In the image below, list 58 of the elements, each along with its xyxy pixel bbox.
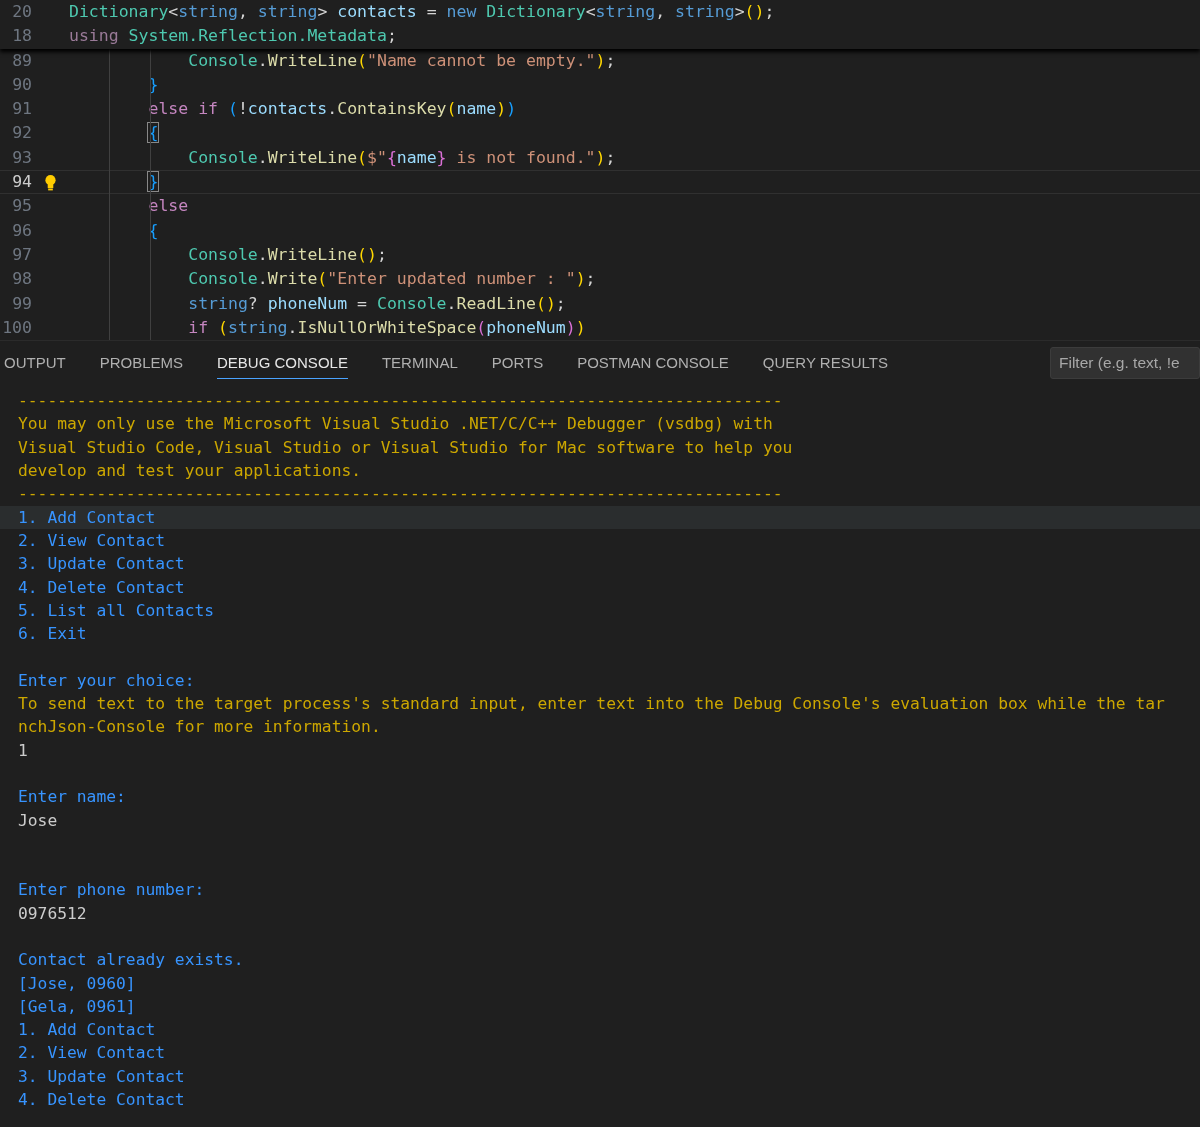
console-output: To send text to the target process's standard input, enter text into the Debug Console's evaluation box while the tar nchJson-Console for more information. xyxy=(18,694,1165,737)
console-output: 3. Update Contact xyxy=(18,1066,185,1086)
panel-tab[interactable]: PROBLEMS xyxy=(99,347,184,379)
console-output: 1 xyxy=(18,740,28,760)
lightbulb-icon[interactable] xyxy=(44,173,57,191)
line-number: 18 xyxy=(11,25,32,48)
code-line: { xyxy=(147,219,159,242)
code-line: using System.Reflection.Metadata; xyxy=(69,25,397,48)
console-output: [Gela, 0961] xyxy=(18,996,136,1016)
line-number: 20 xyxy=(11,1,32,23)
console-output: Jose xyxy=(18,810,58,830)
code-line: Dictionary<string, string> contacts = new Dictionary<string, string>(); xyxy=(69,1,775,23)
line-number: 92 xyxy=(11,122,32,145)
panel-tab[interactable]: DEBUG CONSOLE xyxy=(217,347,348,379)
code-line: Console.WriteLine("Name cannot be empty."); xyxy=(187,49,616,72)
code-line: { xyxy=(147,122,159,145)
panel-tab[interactable]: PORTS xyxy=(491,347,544,379)
console-output: 1. Add Contact xyxy=(18,1020,156,1040)
console-output: 0976512 xyxy=(18,903,87,923)
panel-tab[interactable]: POSTMAN CONSOLE xyxy=(577,347,729,379)
line-number: 100 xyxy=(1,316,32,339)
console-output: 3. Update Contact xyxy=(18,554,185,574)
panel-tab[interactable]: QUERY RESULTS xyxy=(762,347,888,379)
console-output: Contact already exists. xyxy=(18,950,244,970)
console-output: You may only use the Microsoft Visual Studio .NET/C/C++ Debugger (vsdbg) with Visual Studio Code, Visual Studio or Visual Studio for Mac software to help you develop and test your applications. xyxy=(18,414,793,481)
code-line: string? phoneNum = Console.ReadLine(); xyxy=(187,292,566,315)
line-number: 89 xyxy=(11,49,32,72)
console-output: Enter name: xyxy=(18,787,126,807)
line-number: 95 xyxy=(11,195,32,218)
code-line: else if (!contacts.ContainsKey(name)) xyxy=(147,98,517,121)
line-number: 91 xyxy=(11,98,32,121)
console-output: 4. Delete Contact xyxy=(18,1090,185,1110)
console-output: 1. Add Contact xyxy=(18,507,156,527)
code-line: Console.Write("Enter updated number : "); xyxy=(187,268,596,291)
panel-tab[interactable]: OUTPUT xyxy=(4,347,66,379)
line-number: 98 xyxy=(11,268,32,291)
console-output: 2. View Contact xyxy=(18,530,166,550)
console-output: Enter your choice: xyxy=(18,670,195,690)
console-output: ------------------------------------------------------------------------------ xyxy=(18,484,783,504)
console-output: 4. Delete Contact xyxy=(18,577,185,597)
line-number: 93 xyxy=(11,146,32,169)
line-number: 90 xyxy=(11,73,32,96)
line-number: 96 xyxy=(11,219,32,242)
console-output: ------------------------------------------------------------------------------ xyxy=(18,391,783,411)
console-output: 5. List all Contacts xyxy=(18,600,215,620)
line-number: 97 xyxy=(11,243,32,266)
line-number: 94 xyxy=(11,171,32,194)
code-line: Console.WriteLine($"{name} is not found."); xyxy=(187,146,616,169)
code-line: Console.WriteLine(); xyxy=(187,243,387,266)
panel-tab[interactable]: TERMINAL xyxy=(381,347,458,379)
line-number: 99 xyxy=(11,292,32,315)
console-output: [Jose, 0960] xyxy=(18,973,136,993)
console-output: Enter phone number: xyxy=(18,880,205,900)
code-line: else xyxy=(147,195,189,218)
console-output: 2. View Contact xyxy=(18,1043,166,1063)
code-line: if (string.IsNullOrWhiteSpace(phoneNum)) xyxy=(187,316,586,339)
filter-field[interactable]: Filter (e.g. text, !e xyxy=(1050,347,1200,380)
console-output: 6. Exit xyxy=(18,624,87,644)
